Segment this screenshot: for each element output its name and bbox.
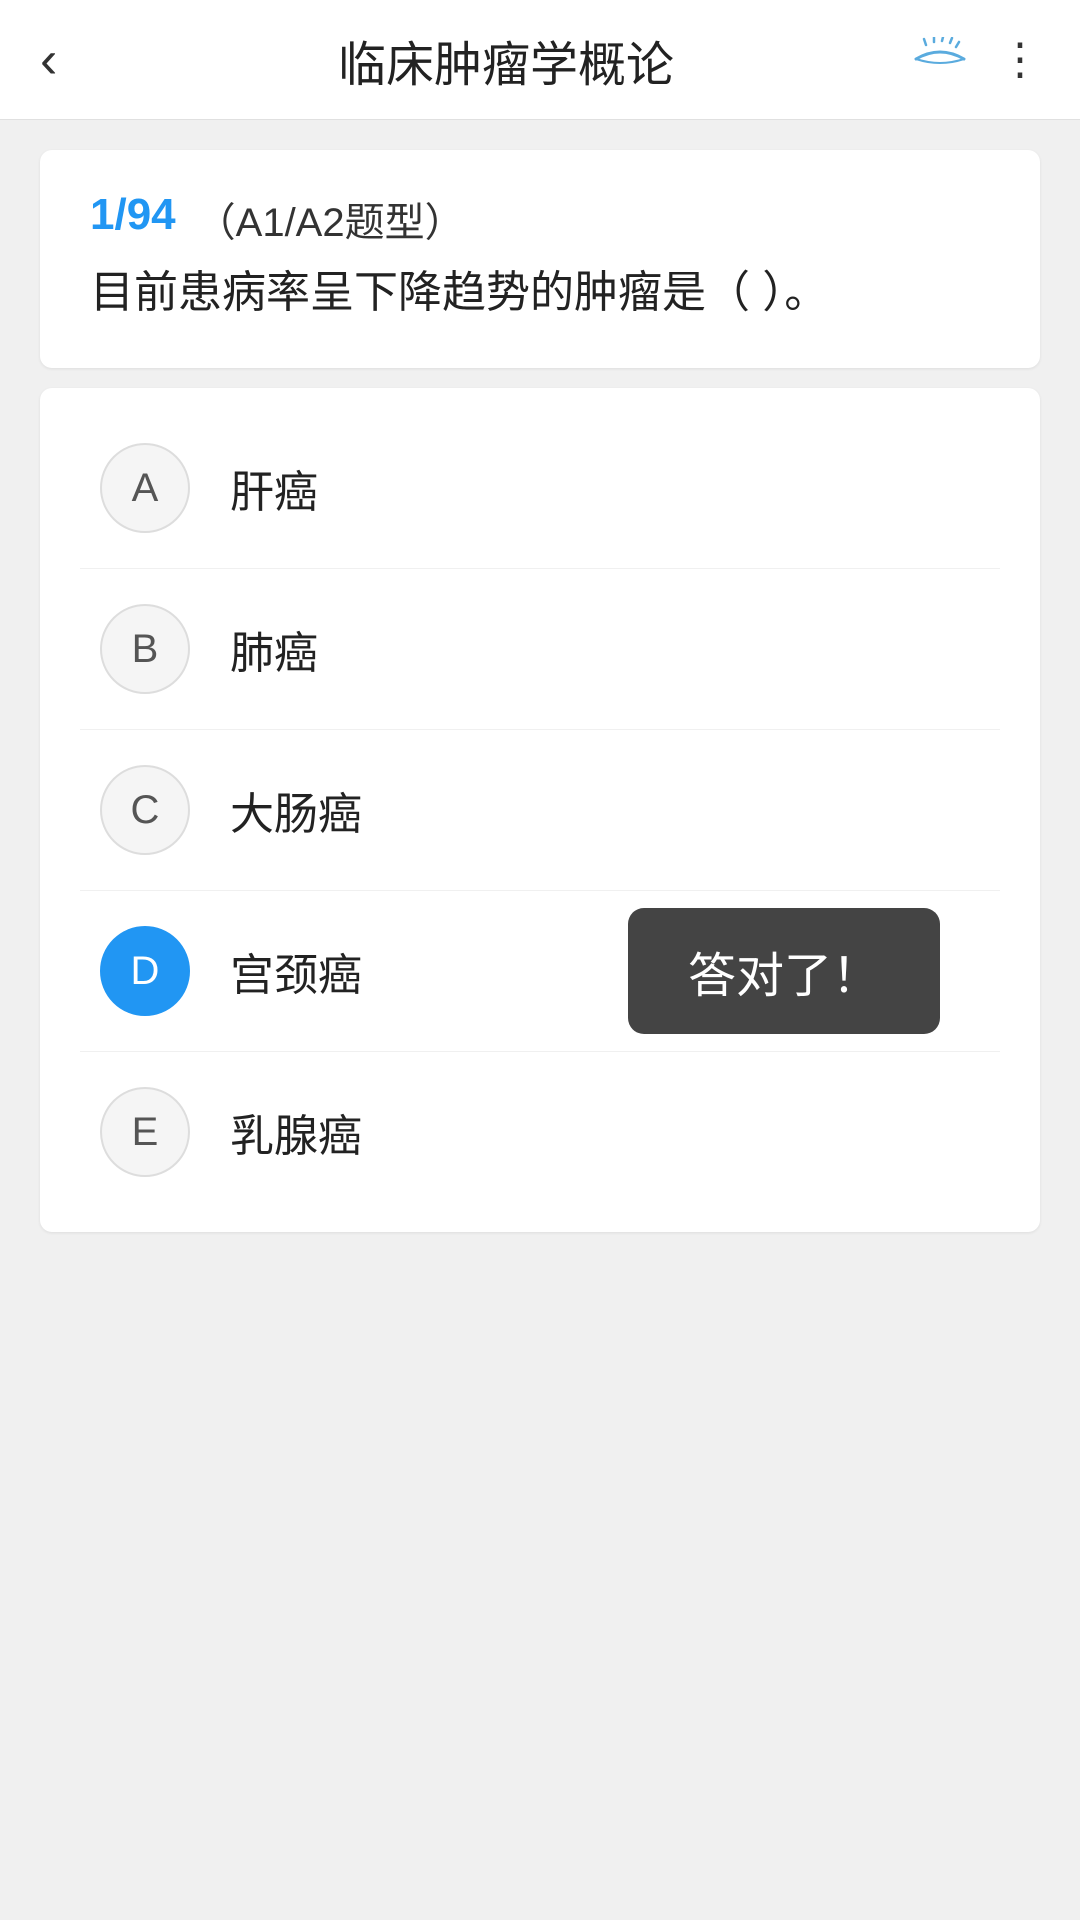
question-card: 1/94 （A1/A2题型） 目前患病率呈下降趋势的肿瘤是（ ）。 (40, 150, 1040, 368)
option-d-circle: D (100, 926, 190, 1016)
app-container: ‹ 临床肿瘤学概论 ⋮ (0, 0, 1080, 1920)
back-button[interactable]: ‹ (40, 30, 100, 90)
option-e-circle: E (100, 1087, 190, 1177)
question-header: 1/94 （A1/A2题型） (90, 190, 990, 248)
options-container: A 肝癌 B 肺癌 C 大肠癌 D 宫颈癌 答对了！ E 乳腺癌 (40, 388, 1040, 1232)
option-d[interactable]: D 宫颈癌 答对了！ (80, 891, 1000, 1052)
option-c-label: 大肠癌 (230, 778, 362, 842)
header-icons: ⋮ (912, 34, 1040, 85)
header: ‹ 临床肿瘤学概论 ⋮ (0, 0, 1080, 120)
more-menu-icon[interactable]: ⋮ (998, 34, 1040, 85)
page-title: 临床肿瘤学概论 (100, 25, 912, 95)
option-a[interactable]: A 肝癌 (80, 408, 1000, 569)
question-type: （A1/A2题型） (196, 190, 465, 248)
option-c[interactable]: C 大肠癌 (80, 730, 1000, 891)
option-e-label: 乳腺癌 (230, 1100, 362, 1164)
option-c-circle: C (100, 765, 190, 855)
question-text: 目前患病率呈下降趋势的肿瘤是（ ）。 (90, 258, 990, 328)
option-d-label: 宫颈癌 (230, 939, 362, 1003)
main-content: 1/94 （A1/A2题型） 目前患病率呈下降趋势的肿瘤是（ ）。 A 肝癌 B… (0, 120, 1080, 1920)
option-e[interactable]: E 乳腺癌 (80, 1052, 1000, 1212)
question-number: 1/94 (90, 190, 176, 240)
option-b[interactable]: B 肺癌 (80, 569, 1000, 730)
correct-tooltip: 答对了！ (628, 908, 940, 1034)
eye-icon[interactable] (912, 37, 968, 82)
option-a-label: 肝癌 (230, 456, 318, 520)
option-b-circle: B (100, 604, 190, 694)
option-a-circle: A (100, 443, 190, 533)
option-b-label: 肺癌 (230, 617, 318, 681)
